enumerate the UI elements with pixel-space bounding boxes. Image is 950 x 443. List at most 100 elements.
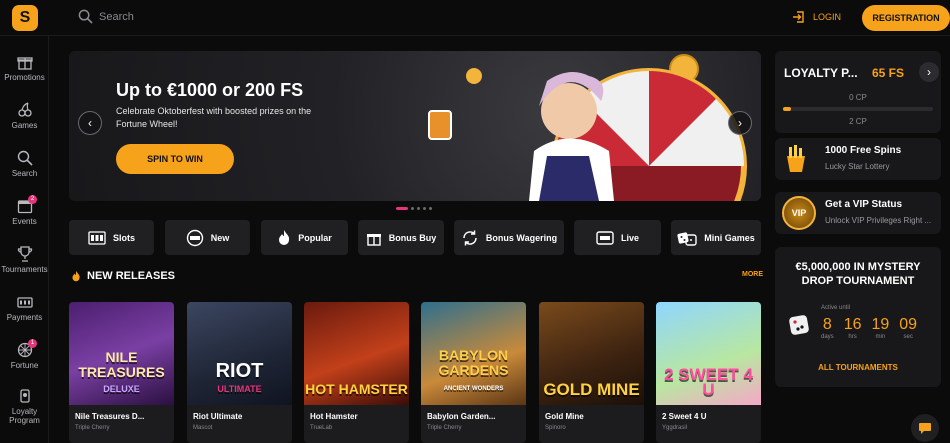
search-bar[interactable]: Search [78, 9, 134, 24]
vip-badge-icon: VIP [782, 196, 816, 230]
sidebar-item-label: Loyalty Program [9, 407, 40, 425]
sidebar-item-label: Search [11, 169, 38, 178]
game-name: Hot Hamster [310, 412, 358, 421]
sidebar-item-payments[interactable]: Payments [0, 294, 49, 322]
category-mini-games[interactable]: Mini Games [671, 220, 761, 255]
top-bar: S Search LOGIN REGISTRATION [0, 0, 950, 36]
category-popular[interactable]: Popular [261, 220, 348, 255]
game-art-title: HOT HAMSTER [305, 382, 408, 397]
game-card-gold-mine[interactable]: GOLD MINE Gold Mine Spinoro [539, 302, 644, 443]
countdown-unit: days [821, 334, 834, 340]
sidebar-item-games[interactable]: Games [0, 102, 49, 130]
game-provider: TrueLab [310, 425, 333, 431]
game-thumbnail: BABYLON GARDENS ANCIENT WONDERS [421, 302, 526, 405]
wallet-icon [16, 297, 33, 308]
site-logo[interactable]: S [12, 5, 38, 31]
slot-machine-icon [88, 230, 106, 245]
pagination-dot-active[interactable] [396, 207, 408, 210]
countdown-unit: min [875, 334, 886, 340]
search-icon [78, 9, 93, 24]
sidebar-item-loyalty[interactable]: Loyalty Program [0, 388, 49, 425]
game-card-babylon-gardens[interactable]: BABYLON GARDENS ANCIENT WONDERS Babylon G… [421, 302, 526, 443]
game-provider: Triple Cherry [75, 425, 110, 431]
tournament-title: €5,000,000 IN MYSTERY DROP TOURNAMENT [795, 261, 921, 287]
dice-icon [789, 315, 809, 335]
art-title: HOT HAMSTER [305, 381, 408, 397]
sidebar-item-label: Promotions [4, 73, 45, 82]
loyalty-title: LOYALTY P... [784, 66, 858, 80]
banner-next-button[interactable]: › [728, 111, 752, 135]
banner-title: Up to €1000 or 200 FS [116, 80, 304, 100]
promo-vip-status[interactable]: VIP Get a VIP Status Unlock VIP Privileg… [775, 192, 941, 234]
search-icon [17, 150, 33, 166]
wagering-icon [463, 230, 477, 245]
chevron-right-icon: › [927, 65, 931, 79]
countdown-value: 09 [899, 316, 918, 333]
category-label: Popular [298, 232, 332, 243]
spin-to-win-button[interactable]: SPIN TO WIN [116, 144, 234, 174]
search-placeholder: Search [99, 10, 134, 23]
banner-prev-button[interactable]: ‹ [78, 111, 102, 135]
fortune-badge: 1 [28, 339, 37, 348]
game-card-hot-hamster[interactable]: HOT HAMSTER Hot Hamster TrueLab [304, 302, 409, 443]
sidebar-item-search[interactable]: Search [0, 150, 49, 178]
login-icon [793, 11, 804, 23]
loyalty-next-button[interactable]: › [919, 62, 939, 82]
sidebar-item-promotions[interactable]: Promotions [0, 54, 49, 82]
pagination-dot[interactable] [423, 207, 426, 210]
game-name: 2 Sweet 4 U [662, 412, 707, 421]
sidebar-item-events[interactable]: 2 Events [0, 195, 49, 226]
countdown-hours: 16 hrs [844, 316, 862, 340]
new-icon [186, 229, 203, 246]
gift-icon [16, 57, 33, 70]
pagination-dot[interactable] [429, 207, 432, 210]
promo-subtitle: Unlock VIP Privileges Right ... [825, 216, 932, 225]
loyalty-progress-fill [783, 107, 791, 111]
promo-free-spins[interactable]: 1000 Free Spins Lucky Star Lottery [775, 138, 941, 180]
fire-icon [279, 230, 290, 245]
game-provider: Spinoro [545, 425, 566, 431]
cp-target: 2 CP [849, 117, 867, 126]
category-new[interactable]: New [165, 220, 250, 255]
game-art-title: BABYLON GARDENS ANCIENT WONDERS [421, 348, 526, 397]
registration-button[interactable]: REGISTRATION [862, 5, 950, 31]
category-bonus-buy[interactable]: Bonus Buy [358, 220, 444, 255]
category-slots[interactable]: Slots [69, 220, 154, 255]
events-badge: 2 [28, 195, 37, 204]
countdown-unit: sec [903, 334, 913, 340]
sidebar-item-fortune[interactable]: 1 Fortune [0, 339, 49, 370]
category-live[interactable]: Live [574, 220, 661, 255]
art-subtitle: DELUXE [103, 384, 140, 394]
more-link[interactable]: MORE [742, 271, 763, 278]
chat-icon [919, 422, 931, 434]
sidebar-item-label: Events [12, 217, 37, 226]
countdown-seconds: 09 sec [899, 316, 917, 340]
cherry-icon [17, 102, 32, 117]
category-bonus-wagering[interactable]: Bonus Wagering [454, 220, 564, 255]
dice-icon [677, 231, 697, 246]
chevron-right-icon: › [738, 116, 742, 130]
chat-button[interactable] [911, 414, 939, 442]
countdown-minutes: 19 min [871, 316, 889, 340]
sidebar-item-label: Fortune [10, 361, 39, 370]
countdown: 8 days 16 hrs 19 min 09 sec [821, 316, 917, 340]
game-card-nile-treasures[interactable]: NILE TREASURES DELUXE Nile Treasures D...… [69, 302, 174, 443]
chevron-left-icon: ‹ [88, 116, 92, 130]
loyalty-points: 65 FS [872, 66, 905, 80]
art-subtitle: ANCIENT WONDERS [443, 386, 504, 392]
login-button[interactable]: LOGIN [792, 10, 841, 24]
game-card-riot-ultimate[interactable]: RIOT ULTIMATE Riot Ultimate Mascot [187, 302, 292, 443]
pagination-dot[interactable] [411, 207, 414, 210]
loyalty-progress-bar [783, 107, 933, 111]
game-art-title: NILE TREASURES DELUXE [69, 350, 174, 397]
promo-banner[interactable]: Up to €1000 or 200 FS Celebrate Oktoberf… [69, 51, 761, 201]
pagination-dot[interactable] [417, 207, 420, 210]
all-tournaments-link[interactable]: ALL TOURNAMENTS [775, 363, 941, 372]
game-thumbnail: RIOT ULTIMATE [187, 302, 292, 405]
countdown-unit: hrs [848, 334, 857, 340]
art-title: NILE TREASURES [78, 349, 165, 380]
sidebar-item-tournaments[interactable]: Tournaments [0, 246, 49, 274]
game-thumbnail: 2 SWEET 4 U [656, 302, 761, 405]
login-label: LOGIN [813, 12, 842, 22]
game-card-2-sweet-4-u[interactable]: 2 SWEET 4 U 2 Sweet 4 U Yggdrasil [656, 302, 761, 443]
